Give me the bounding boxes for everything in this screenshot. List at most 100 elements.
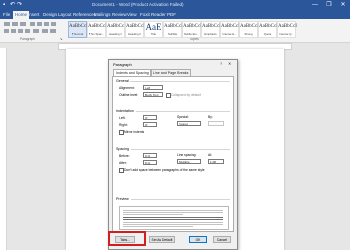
tab-line-and-page-breaks[interactable]: Line and Page Breaks	[150, 69, 192, 76]
alignment-select[interactable]: Left	[143, 85, 163, 90]
style-sample: AaE	[145, 22, 162, 32]
paragraph-preview	[119, 206, 229, 230]
tab-references[interactable]: References	[73, 11, 96, 18]
undo-icon[interactable]: ↶	[10, 1, 15, 9]
style-normal[interactable]: AaBbCcI ¶ Normal	[68, 21, 88, 38]
bullets-icon[interactable]	[4, 22, 10, 26]
align-center-icon[interactable]	[11, 29, 16, 33]
preview-line	[123, 219, 223, 220]
borders-icon[interactable]	[50, 29, 56, 33]
style-no-spac[interactable]: AaBbCcI ¶ No Spac...	[87, 21, 107, 38]
spacing-after-label: After:	[119, 161, 127, 165]
style-name: ¶ Normal	[71, 32, 84, 36]
preview-divider	[131, 199, 230, 200]
set-as-default-button[interactable]: Set As Default	[149, 236, 175, 243]
paragraph-group-label: Paragraph	[20, 37, 35, 41]
special-select[interactable]: (none)	[177, 121, 201, 126]
tab-insert[interactable]: Insert	[28, 11, 39, 18]
close-window-button[interactable]: ✕	[336, 0, 350, 10]
show-formatting-icon[interactable]	[51, 22, 56, 26]
style-sample: AaBbCcI	[221, 24, 240, 29]
align-right-icon[interactable]	[18, 29, 23, 33]
preview-line	[123, 214, 183, 215]
redo-icon[interactable]: ↷	[17, 1, 22, 9]
by-label: By:	[208, 115, 213, 119]
justify-icon[interactable]	[25, 29, 30, 33]
style-title[interactable]: AaE Title	[144, 21, 163, 38]
style-name: ¶ No Spac...	[88, 32, 105, 36]
at-label: At:	[208, 153, 213, 157]
tab-file[interactable]: File	[3, 11, 10, 18]
indent-right-label: Right:	[119, 123, 128, 127]
style-sample: AaBbCcI	[164, 24, 183, 29]
style-sample: AaBbCcI	[259, 24, 278, 29]
preview-line	[123, 210, 223, 211]
dont-add-space-label: Don't add space between paragraphs of th…	[124, 168, 205, 172]
tab-review[interactable]: Review	[112, 11, 127, 18]
style-sample: AaBbCcI	[183, 24, 202, 29]
spacing-after-spinner[interactable]: 8 pt	[143, 160, 157, 165]
style-sample: AaBbCc	[107, 24, 125, 29]
dialog-title: Paragraph	[113, 62, 132, 67]
tab-indents-and-spacing[interactable]: Indents and Spacing	[113, 69, 152, 76]
indentation-heading: Indentation	[116, 109, 134, 113]
indent-by-spinner[interactable]	[208, 121, 224, 126]
spacing-heading: Spacing	[116, 147, 129, 151]
numbering-icon[interactable]	[12, 22, 18, 26]
tab-home[interactable]: Home	[13, 11, 30, 19]
outline-level-select[interactable]: Body Text	[143, 92, 163, 97]
title-bar: ▪ ↶ ↷ Document1 - Word (Product Activati…	[0, 0, 350, 10]
tab-view[interactable]: View	[127, 11, 137, 18]
decrease-indent-icon[interactable]	[30, 22, 35, 26]
style-emphasis[interactable]: AaBbCcI Emphasis	[201, 21, 221, 38]
save-icon[interactable]: ▪	[3, 1, 5, 9]
style-quote[interactable]: AaBbCcI Quote	[258, 21, 278, 38]
mirror-indents-label: Mirror indents	[124, 130, 145, 134]
tab-design[interactable]: Design	[43, 11, 57, 18]
style-strong[interactable]: AaBbCcI Strong	[239, 21, 259, 38]
help-button[interactable]: ?	[220, 61, 222, 66]
style-subtle-em[interactable]: AaBbCcI Subtle Em...	[182, 21, 202, 38]
style-name: Intense E...	[222, 32, 237, 36]
cancel-button[interactable]: Cancel	[213, 236, 231, 243]
tab-layout[interactable]: Layout	[58, 11, 72, 18]
indent-left-spinner[interactable]: 0"	[143, 115, 157, 120]
window-title: Document1 - Word (Product Activation Fai…	[92, 2, 184, 7]
style-heading-1[interactable]: AaBbCc Heading 1	[106, 21, 125, 38]
tab-foxit-reader-pdf[interactable]: Foxit Reader PDF	[140, 11, 176, 18]
style-name: Title	[150, 32, 157, 36]
increase-indent-icon[interactable]	[37, 22, 42, 26]
vertical-ruler[interactable]	[0, 48, 7, 250]
style-sample: AaBbCcI	[126, 24, 145, 29]
preview-line	[123, 224, 223, 225]
ribbon: Paragraph ⬊ Styles AaBbCcI ¶ Normal AaBbCc…	[0, 19, 350, 43]
style-name: Subtitle	[167, 32, 178, 36]
line-spacing-select[interactable]: Multiple	[177, 159, 201, 164]
spacing-before-spinner[interactable]: 0 pt	[143, 153, 157, 158]
multilevel-list-icon[interactable]	[20, 22, 26, 26]
style-subtitle[interactable]: AaBbCcI Subtitle	[163, 21, 183, 38]
line-spacing-at-spinner[interactable]: 1.08	[208, 159, 224, 164]
line-spacing-label: Line spacing:	[177, 153, 197, 157]
close-dialog-button[interactable]: ✕	[228, 61, 231, 66]
shading-icon[interactable]	[42, 29, 48, 33]
style-name: Quote	[263, 32, 272, 36]
ok-button[interactable]: OK	[189, 236, 207, 243]
paragraph-dialog-launcher-icon[interactable]: ⬊	[60, 37, 63, 41]
sort-icon[interactable]	[44, 22, 49, 26]
style-sample: AaBbCcI	[202, 24, 221, 29]
paragraph-dialog: Paragraph ? ✕ Indents and Spacing Line a…	[108, 59, 238, 250]
maximize-button[interactable]: ❐	[322, 0, 336, 10]
style-intense-q[interactable]: AaBbCcI Intense Q...	[277, 21, 297, 38]
general-heading: General	[116, 79, 129, 83]
line-spacing-icon[interactable]	[33, 29, 39, 33]
style-intense-e[interactable]: AaBbCcI Intense E...	[220, 21, 240, 38]
style-sample: AaBbCcI	[278, 24, 297, 29]
style-name: Emphasis	[204, 32, 217, 36]
indent-right-spinner[interactable]: 0"	[143, 122, 157, 127]
minimize-button[interactable]: —	[308, 0, 322, 10]
align-left-icon[interactable]	[4, 29, 9, 33]
tab-mailings[interactable]: Mailings	[94, 11, 111, 18]
style-heading-2[interactable]: AaBbCcI Heading 2	[125, 21, 145, 38]
spacing-divider	[131, 149, 230, 150]
